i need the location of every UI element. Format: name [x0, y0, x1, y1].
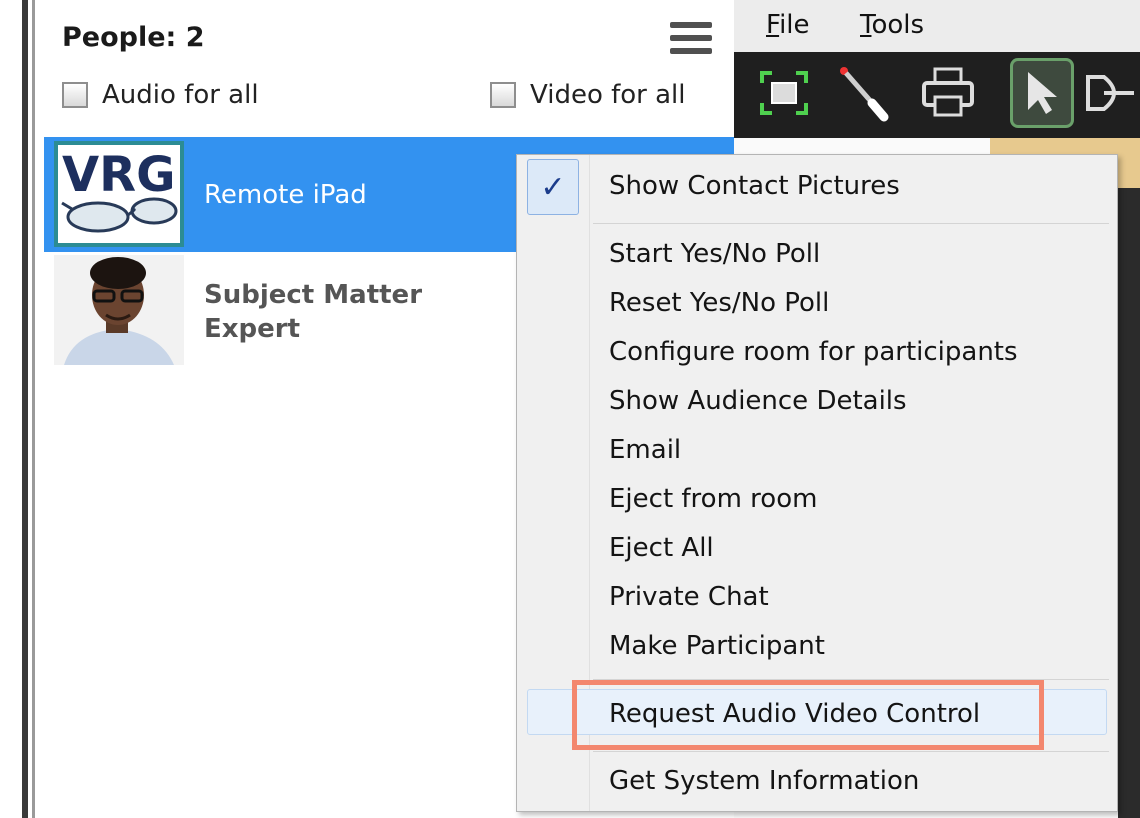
window-left-edge	[0, 0, 44, 818]
menu-separator	[593, 751, 1109, 752]
menu-item-show-audience-details[interactable]: Show Audience Details	[609, 386, 907, 416]
menu-item-eject-all[interactable]: Eject All	[609, 533, 714, 563]
pointer-arrow-icon[interactable]	[1010, 58, 1074, 128]
menu-tools[interactable]: Tools	[860, 10, 924, 40]
menu-item-eject-from-room[interactable]: Eject from room	[609, 484, 817, 514]
video-for-all-label: Video for all	[530, 80, 686, 110]
people-count-title: People: 2	[62, 22, 205, 53]
video-for-all-checkbox[interactable]	[490, 82, 516, 108]
laser-pointer-icon[interactable]	[832, 58, 896, 128]
menu-item-start-poll[interactable]: Start Yes/No Poll	[609, 239, 820, 269]
canvas-right-strip	[1118, 138, 1140, 818]
person-photo-avatar	[54, 255, 184, 365]
participant-name-subject-matter-expert[interactable]: Subject Matter Expert	[204, 278, 422, 346]
printer-icon[interactable]	[916, 58, 980, 128]
hamburger-menu-icon[interactable]	[670, 22, 712, 56]
panel-border-inner	[32, 0, 35, 818]
participant-name-remote-ipad[interactable]: Remote iPad	[204, 180, 367, 210]
menu-item-email[interactable]: Email	[609, 435, 681, 465]
menu-item-show-contact-pictures[interactable]: Show Contact Pictures	[609, 171, 900, 201]
menu-item-private-chat[interactable]: Private Chat	[609, 582, 769, 612]
annotation-highlight-box	[572, 680, 1044, 750]
audio-for-all-label: Audio for all	[102, 80, 259, 110]
participant-name-line1: Subject Matter	[204, 280, 423, 310]
menu-item-make-participant[interactable]: Make Participant	[609, 631, 825, 661]
toolbar	[734, 52, 1140, 138]
vrg-logo-text: VRG	[62, 147, 176, 203]
menu-item-configure-room[interactable]: Configure room for participants	[609, 337, 1018, 367]
check-icon: ✓	[527, 159, 579, 215]
menu-item-reset-poll[interactable]: Reset Yes/No Poll	[609, 288, 829, 318]
menu-item-get-system-information[interactable]: Get System Information	[609, 766, 919, 796]
menu-file[interactable]: File	[766, 10, 810, 40]
audio-for-all-checkbox[interactable]	[62, 82, 88, 108]
screenshot-icon[interactable]	[752, 58, 816, 128]
menu-separator	[593, 223, 1109, 224]
participant-name-line2: Expert	[204, 314, 301, 344]
vrg-logo-avatar: VRG	[54, 141, 184, 247]
menu-bar: File Tools	[734, 0, 1140, 52]
highlighter-icon[interactable]	[1084, 58, 1140, 128]
panel-border	[22, 0, 28, 818]
audio-for-all-option[interactable]: Audio for all	[62, 80, 259, 110]
video-for-all-option[interactable]: Video for all	[490, 80, 686, 110]
